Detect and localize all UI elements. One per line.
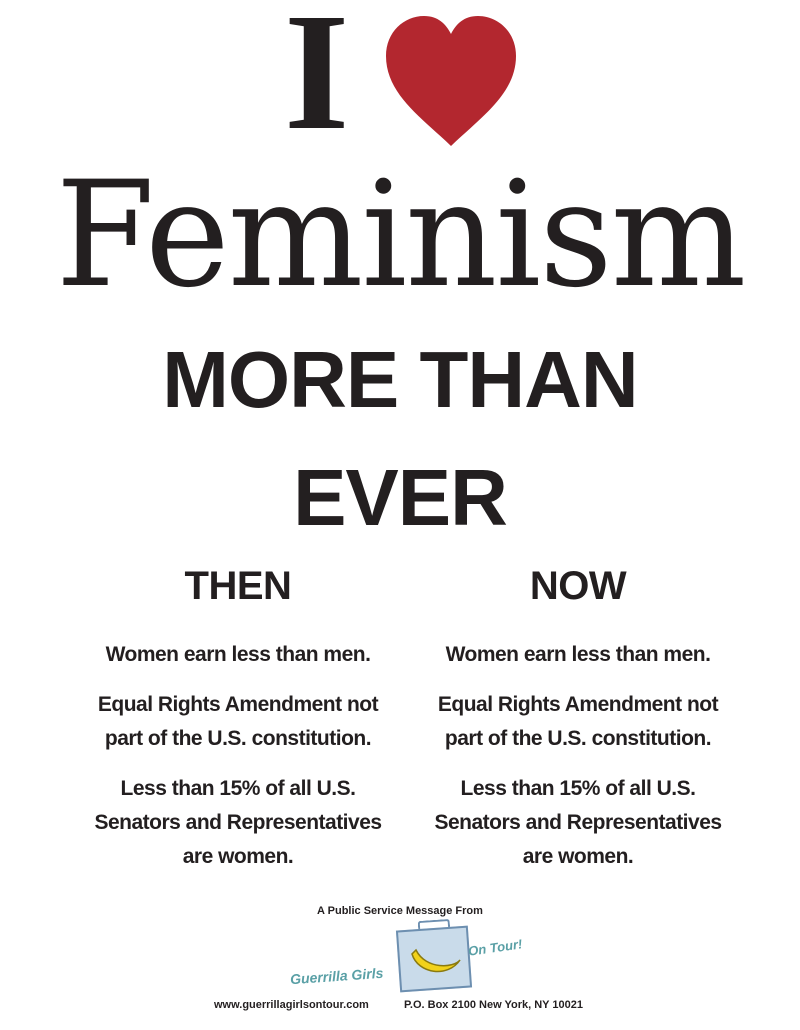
- slogan-line-1: MORE THAN: [162, 335, 638, 424]
- then-column: THEN Women earn less than men. Equal Rig…: [68, 566, 408, 890]
- now-item: Women earn less than men.: [445, 643, 711, 666]
- mailing-address: P.O. Box 2100 New York, NY 10021: [404, 999, 583, 1011]
- now-item: Less than 15% of all U.S. Senators and R…: [434, 777, 722, 868]
- logo-text-left: Guerrilla Girls: [289, 964, 384, 988]
- now-item: Equal Rights Amendment not part of the U…: [437, 693, 719, 750]
- banana-icon: [408, 940, 464, 980]
- then-item: Women earn less than men.: [105, 643, 371, 666]
- headline-i: I: [284, 0, 350, 165]
- then-item: Less than 15% of all U.S. Senators and R…: [94, 777, 382, 868]
- now-column: NOW Women earn less than men. Equal Righ…: [408, 566, 748, 890]
- logo-text-right: On Tour!: [467, 936, 524, 959]
- website-link[interactable]: www.guerrillagirlsontour.com: [214, 999, 369, 1011]
- now-heading: NOW: [529, 564, 627, 608]
- then-heading: THEN: [184, 564, 292, 608]
- slogan-line-2: EVER: [293, 453, 508, 542]
- heart-icon: [382, 14, 520, 150]
- psa-text: A Public Service Message From: [317, 905, 483, 917]
- then-item: Equal Rights Amendment not part of the U…: [97, 693, 379, 750]
- headline-feminism: Feminism: [55, 150, 747, 320]
